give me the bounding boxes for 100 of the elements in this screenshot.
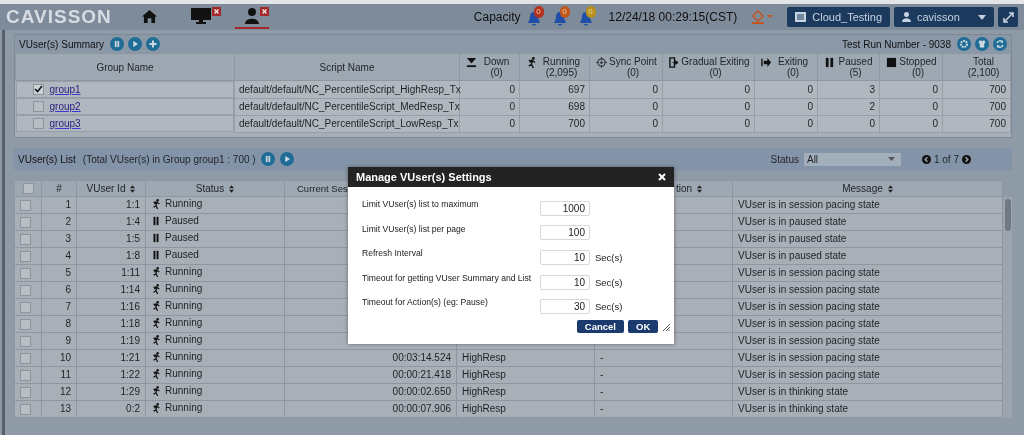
row-checkbox[interactable]: [20, 352, 31, 364]
input-field[interactable]: 1000: [540, 200, 590, 216]
shirt-icon[interactable]: [975, 37, 989, 51]
panel-title: VUser(s) List: [18, 153, 76, 165]
row-checkbox[interactable]: [20, 216, 31, 228]
row-checkbox[interactable]: [20, 301, 31, 313]
user-icon: [244, 8, 259, 24]
sort-icon[interactable]: [887, 184, 893, 193]
table-cell: -: [600, 386, 604, 397]
caret-icon: [887, 157, 895, 161]
field-label: Timeout for Action(s) (eg: Pause): [362, 296, 489, 308]
user-icon: [902, 12, 911, 22]
pause-icon: [151, 216, 161, 226]
dialog-title: Manage VUser(s) Settings: [356, 171, 492, 183]
field-label: Timeout for getting VUser Summary and List: [362, 271, 533, 283]
close-icon[interactable]: [658, 173, 666, 181]
pause-icon: [824, 57, 835, 68]
unit-label: Sec(s): [595, 276, 623, 288]
input-field[interactable]: 10: [540, 250, 590, 265]
date-time: 12/24/18 00:29:15(CST): [608, 10, 738, 24]
close-icon[interactable]: [259, 7, 269, 16]
column-header: Script Name: [234, 53, 460, 81]
status-text: Running: [165, 333, 203, 347]
play-icon[interactable]: [279, 152, 294, 166]
table-cell: -: [600, 403, 604, 414]
fullscreen-button[interactable]: [998, 7, 1018, 27]
refresh-icon[interactable]: [993, 37, 1007, 51]
checkbox[interactable]: [32, 118, 44, 129]
table-cell: -: [600, 352, 604, 363]
group-link[interactable]: group3: [49, 118, 81, 129]
field-label: Limit VUser(s) list to maximum: [362, 198, 480, 209]
status-text: Running: [165, 367, 203, 381]
row-checkbox[interactable]: [20, 233, 31, 245]
runner-icon: [151, 267, 161, 277]
door-exit-icon: [669, 57, 680, 68]
status-text: Running: [165, 401, 203, 415]
nav-tab[interactable]: [234, 5, 269, 29]
column-header[interactable]: Status: [145, 180, 285, 197]
add-icon[interactable]: [146, 37, 160, 51]
dialog-button[interactable]: OK: [628, 320, 658, 333]
checkbox[interactable]: [32, 84, 44, 95]
pause-icon[interactable]: [260, 152, 275, 166]
bell-icon[interactable]: [578, 11, 593, 27]
previous-page-icon[interactable]: [921, 154, 931, 164]
input-field[interactable]: 30: [540, 299, 590, 315]
session-time: 00:00:07.906: [392, 403, 451, 414]
group-link[interactable]: group2: [49, 101, 81, 112]
session-time: 00:00:02.650: [392, 386, 451, 397]
status-dropdown[interactable]: All: [803, 152, 901, 166]
dialog-button[interactable]: Cancel: [576, 320, 624, 333]
next-page-icon[interactable]: [962, 154, 971, 164]
status-text: Running: [165, 316, 203, 330]
row-checkbox[interactable]: [20, 199, 31, 211]
column-header: Group Name: [15, 53, 235, 81]
runner-icon: [151, 199, 161, 209]
server-icon: [795, 12, 807, 22]
status-text: Running: [165, 282, 203, 296]
project-button[interactable]: Cloud_Testing: [787, 7, 890, 27]
select-all-checkbox[interactable]: [22, 183, 34, 195]
row-checkbox[interactable]: [20, 386, 31, 398]
pause-icon: [151, 233, 161, 243]
close-icon[interactable]: [211, 7, 221, 16]
input-field[interactable]: 100: [540, 225, 590, 241]
row-checkbox[interactable]: [20, 335, 31, 347]
scrollbar-thumb[interactable]: [1004, 199, 1011, 231]
input-field[interactable]: 10: [540, 274, 590, 290]
status-text: Running: [165, 384, 203, 398]
group-link[interactable]: group1: [49, 84, 81, 95]
bell-icon[interactable]: [552, 11, 567, 27]
row-checkbox[interactable]: [20, 267, 31, 279]
sort-icon[interactable]: [697, 184, 702, 193]
checkbox[interactable]: [32, 101, 44, 112]
column-header: Total (2,100): [942, 53, 1011, 81]
row-checkbox[interactable]: [20, 403, 31, 415]
session-time: 00:03:14.524: [392, 352, 451, 363]
row-checkbox[interactable]: [20, 284, 31, 296]
column-header[interactable]: VUser Id: [76, 180, 146, 197]
runner-icon: [151, 403, 161, 413]
user-menu-button[interactable]: cavisson: [894, 7, 994, 27]
row-checkbox[interactable]: [20, 250, 31, 262]
column-header: Running (2,095): [519, 53, 590, 81]
settings-icon[interactable]: [957, 37, 971, 51]
sort-icon[interactable]: [229, 184, 235, 193]
group-total-text: (Total VUser(s) in Group group1 : 700 ): [82, 153, 256, 165]
status-text: Running: [165, 299, 203, 313]
column-header[interactable]: #: [41, 180, 77, 197]
column-header[interactable]: Message: [732, 180, 1003, 197]
play-icon[interactable]: [128, 37, 142, 51]
status-text: Paused: [165, 231, 199, 245]
row-checkbox[interactable]: [20, 318, 31, 330]
column-header: Exiting (0): [754, 53, 818, 81]
row-checkbox[interactable]: [20, 369, 31, 381]
pause-icon[interactable]: [110, 37, 124, 51]
bell-icon[interactable]: [526, 11, 541, 27]
column-header: Gradual Exiting (0): [662, 53, 755, 81]
alert-count: 0: [559, 6, 570, 18]
column-header: Paused (5): [817, 53, 880, 81]
panel-title: VUser(s) Summary: [19, 38, 104, 50]
sort-icon[interactable]: [130, 184, 136, 193]
resize-grip-icon[interactable]: [663, 324, 670, 331]
